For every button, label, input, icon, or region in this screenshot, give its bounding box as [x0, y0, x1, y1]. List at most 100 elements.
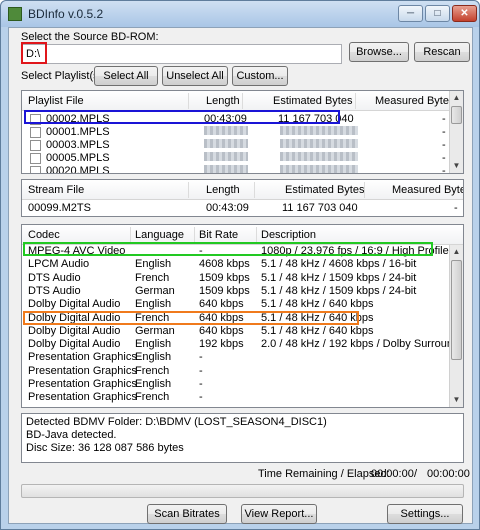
- select-all-button[interactable]: Select All: [94, 66, 158, 86]
- codec-row[interactable]: Presentation Graphics French -: [22, 365, 450, 378]
- col-stream-file[interactable]: Stream File: [28, 184, 84, 196]
- codec-row[interactable]: Dolby Digital Audio German 640 kbps 5.1 / 4…: [22, 325, 450, 338]
- codec-name: Presentation Graphics: [28, 378, 137, 390]
- stream-file: 00099.M2TS: [28, 202, 91, 214]
- stream-row[interactable]: 00099.M2TS 00:43:09 11 167 703 040 -: [22, 202, 463, 215]
- codec-row[interactable]: MPEG-4 AVC Video - 1080p / 23,976 fps / 16…: [22, 245, 463, 258]
- codec-row[interactable]: DTS Audio German 1509 kbps 5.1 / 48 kHz / 1…: [22, 285, 450, 298]
- browse-button[interactable]: Browse...: [349, 42, 409, 62]
- playlist-row[interactable]: 00002.MPLS 00:43:09 11 167 703 040 -: [22, 113, 450, 126]
- codec-row[interactable]: Presentation Graphics English -: [22, 351, 450, 364]
- codec-row[interactable]: DTS Audio French 1509 kbps 5.1 / 48 kHz / 1…: [22, 272, 450, 285]
- codec-name: Dolby Digital Audio: [28, 298, 121, 311]
- playlist-row[interactable]: 00005.MPLS -: [22, 152, 450, 165]
- codec-name: DTS Audio: [28, 271, 81, 284]
- col-playlist-file[interactable]: Playlist File: [28, 95, 84, 107]
- playlist-checkbox[interactable]: [30, 153, 41, 164]
- col-bit-rate[interactable]: Bit Rate: [199, 229, 238, 241]
- app-window: BDInfo v.0.5.2 ─ □ ✕ Select the Source B…: [0, 0, 480, 530]
- codec-row[interactable]: Presentation Graphics French -: [22, 391, 450, 404]
- scroll-down-arrow-icon[interactable]: ▼: [450, 393, 463, 407]
- playlist-measured: -: [442, 165, 446, 174]
- codec-bitrate: 640 kbps: [199, 298, 244, 311]
- codec-description: 5.1 / 48 kHz / 4608 kbps / 16-bit: [261, 258, 417, 271]
- status-line: Disc Size: 36 128 087 586 bytes: [26, 442, 184, 454]
- codec-table-header: Codec Language Bit Rate Description: [22, 225, 463, 245]
- codec-description: 5.1 / 48 kHz / 640 kbps: [261, 311, 374, 324]
- codec-row[interactable]: Dolby Digital Audio English 640 kbps 5.1 / …: [22, 298, 450, 311]
- playlist-checkbox[interactable]: [30, 114, 41, 125]
- title-bar[interactable]: BDInfo v.0.5.2 ─ □ ✕: [1, 1, 479, 27]
- playlist-row[interactable]: 00003.MPLS -: [22, 139, 450, 152]
- codec-language: French: [135, 311, 170, 324]
- col-length[interactable]: Length: [206, 95, 240, 107]
- codec-language: English: [135, 338, 172, 351]
- scroll-up-arrow-icon[interactable]: ▲: [450, 245, 463, 259]
- maximize-button[interactable]: □: [425, 5, 450, 22]
- codec-bitrate: -: [199, 391, 203, 404]
- app-icon: [8, 7, 22, 21]
- col-estimated-bytes[interactable]: Estimated Bytes: [285, 184, 364, 196]
- col-description[interactable]: Description: [261, 229, 316, 241]
- stream-length: 00:43:09: [206, 202, 249, 214]
- unselect-all-button[interactable]: Unselect All: [162, 66, 228, 86]
- codec-language: French: [135, 271, 170, 284]
- col-measured-bytes[interactable]: Measured Bytes: [392, 184, 463, 196]
- playlist-row[interactable]: 00001.MPLS -: [22, 126, 450, 139]
- playlist-select-label: Select Playlist(s):: [21, 70, 106, 82]
- scroll-thumb[interactable]: [451, 260, 462, 360]
- scroll-up-arrow-icon[interactable]: ▲: [450, 91, 463, 105]
- playlist-file: 00003.MPLS: [46, 139, 110, 151]
- view-report-button[interactable]: View Report...: [241, 504, 317, 524]
- playlist-measured: -: [442, 139, 446, 151]
- scroll-thumb[interactable]: [451, 106, 462, 124]
- codec-description: 5.1 / 48 kHz / 1509 kbps / 24-bit: [261, 284, 417, 297]
- col-codec[interactable]: Codec: [28, 229, 60, 241]
- codec-bitrate: 640 kbps: [199, 311, 244, 324]
- playlist-checkbox[interactable]: [30, 166, 41, 173]
- settings-button[interactable]: Settings...: [387, 504, 463, 524]
- col-measured-bytes[interactable]: Measured Bytes: [375, 95, 454, 107]
- codec-row[interactable]: LPCM Audio English 4608 kbps 5.1 / 48 kHz /…: [22, 258, 450, 271]
- close-button[interactable]: ✕: [452, 5, 477, 22]
- status-line: Detected BDMV Folder: D:\BDMV (LOST_SEAS…: [26, 416, 327, 428]
- playlist-scrollbar[interactable]: ▲ ▼: [449, 91, 463, 173]
- col-estimated-bytes[interactable]: Estimated Bytes: [273, 95, 352, 107]
- playlist-checkbox[interactable]: [30, 140, 41, 151]
- minimize-button[interactable]: ─: [398, 5, 423, 22]
- codec-row[interactable]: Dolby Digital Audio French 640 kbps 5.1 / 4…: [22, 312, 450, 325]
- stream-measured: -: [454, 202, 458, 214]
- playlist-measured: -: [442, 126, 446, 138]
- codec-description: 5.1 / 48 kHz / 640 kbps: [261, 324, 374, 337]
- codec-language: English: [135, 351, 172, 364]
- playlist-measured: -: [442, 152, 446, 164]
- codec-name: Dolby Digital Audio: [28, 311, 121, 324]
- codec-row[interactable]: Dolby Digital Audio English 192 kbps 2.0 / …: [22, 338, 459, 351]
- playlist-row[interactable]: 00020.MPLS -: [22, 165, 450, 174]
- scan-bitrates-button[interactable]: Scan Bitrates: [147, 504, 227, 524]
- scroll-down-arrow-icon[interactable]: ▼: [450, 159, 463, 173]
- codec-bitrate: 192 kbps: [199, 338, 244, 351]
- stream-table: Stream File Length Estimated Bytes Measu…: [21, 179, 464, 217]
- codec-row[interactable]: Presentation Graphics English -: [22, 378, 450, 391]
- codec-bitrate: -: [199, 351, 203, 364]
- codec-language: English: [135, 298, 172, 311]
- codec-language: French: [135, 391, 170, 404]
- rescan-button[interactable]: Rescan: [414, 42, 470, 62]
- source-path-input[interactable]: D:\: [22, 44, 342, 64]
- codec-language: English: [135, 378, 172, 390]
- stream-estimated: 11 167 703 040: [282, 202, 358, 214]
- custom-button[interactable]: Custom...: [232, 66, 288, 86]
- source-label: Select the Source BD-ROM:: [21, 31, 159, 43]
- codec-bitrate: 640 kbps: [199, 324, 244, 337]
- codec-scrollbar[interactable]: ▲ ▼: [449, 245, 463, 407]
- playlist-checkbox[interactable]: [30, 127, 41, 138]
- playlist-table: Playlist File Length Estimated Bytes Mea…: [21, 90, 464, 174]
- codec-name: Presentation Graphics: [28, 364, 137, 377]
- col-language[interactable]: Language: [135, 229, 184, 241]
- codec-name: Presentation Graphics: [28, 351, 137, 364]
- col-length[interactable]: Length: [206, 184, 240, 196]
- playlist-file: 00005.MPLS: [46, 152, 110, 164]
- codec-description: 5.1 / 48 kHz / 640 kbps: [261, 298, 374, 311]
- playlist-table-header: Playlist File Length Estimated Bytes Mea…: [22, 91, 463, 111]
